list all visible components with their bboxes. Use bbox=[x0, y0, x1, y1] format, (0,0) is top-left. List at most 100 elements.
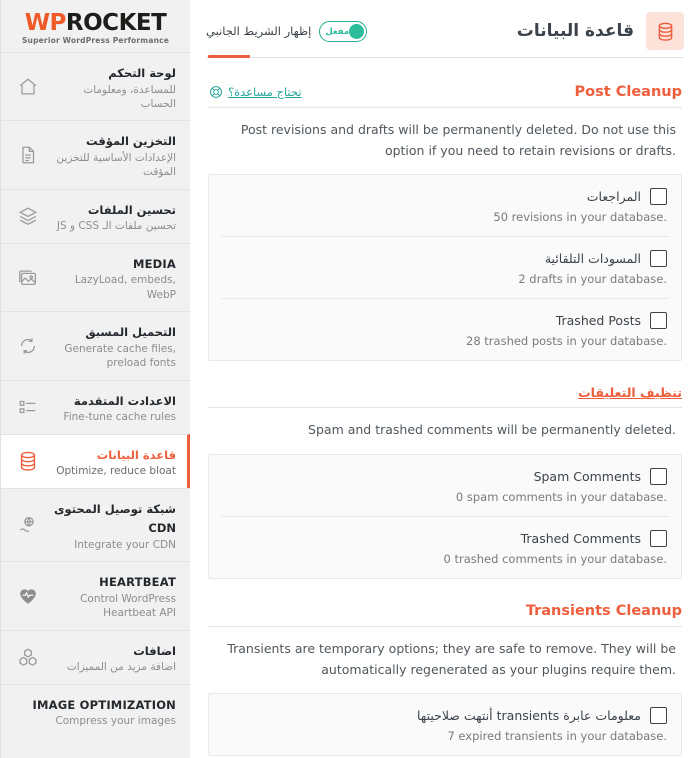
logo-wp-text: WP bbox=[24, 9, 67, 36]
option-subtext: 7 expired transients in your database. bbox=[447, 729, 667, 744]
section-divider bbox=[208, 407, 682, 409]
sidebar-item-dashboard[interactable]: لوحة التحكم للمساعدة، ومعلومات الحساب bbox=[1, 52, 190, 121]
sidebar-item-desc: Compress your images bbox=[55, 715, 176, 728]
option-label-row: Spam Comments bbox=[223, 467, 667, 485]
sidebar-item-desc: LazyLoad, embeds, WebP bbox=[74, 274, 176, 301]
section-description: Transients are temporary options; they a… bbox=[227, 640, 676, 677]
cdn-icon bbox=[11, 508, 45, 542]
addons-icon bbox=[11, 640, 45, 674]
option-row[interactable]: Trashed Comments 0 trashed comments in y… bbox=[221, 515, 669, 578]
sidebar-item-heartbeat[interactable]: HEARTBEAT Control WordPress Heartbeat AP… bbox=[1, 561, 190, 630]
sidebar-item-cdn[interactable]: شبكة توصيل المحتوى CDN Integrate your CD… bbox=[1, 487, 190, 562]
section-post-cleanup: Post Cleanup تحتاج مساعدة؟ Post revision… bbox=[208, 84, 682, 362]
option-label-row: معلومات عابرة transients أنتهت صلاحيتها bbox=[223, 707, 667, 725]
option-label-row: المراجعات bbox=[223, 188, 667, 206]
toggle-state-label: مفعل bbox=[325, 26, 350, 37]
media-icon bbox=[11, 261, 45, 295]
sidebar-item-desc: Generate cache files, preload fonts bbox=[64, 342, 176, 370]
section-divider bbox=[208, 625, 682, 627]
lifebuoy-icon bbox=[208, 85, 223, 100]
options-card: المراجعات 50 revisions in your database.… bbox=[208, 174, 682, 362]
option-subtext: 0 spam comments in your database. bbox=[455, 489, 667, 504]
section-transients-cleanup: Transients Cleanup Transients are tempor… bbox=[208, 603, 682, 757]
sidebar-visibility-control[interactable]: مفعل إظهار الشريط الجانبي bbox=[206, 20, 368, 42]
sidebar-item-cache[interactable]: التخزين المؤقت الإعدادات الأساسية للتخزي… bbox=[1, 120, 190, 189]
option-label: معلومات عابرة transients أنتهت صلاحيتها bbox=[417, 708, 641, 724]
option-row[interactable]: Trashed Posts 28 trashed posts in your d… bbox=[221, 298, 669, 360]
option-label: المسودات التلقائية bbox=[544, 251, 641, 267]
checkbox-auto-drafts[interactable] bbox=[650, 250, 667, 268]
sidebar-item-desc: Optimize, reduce bloat bbox=[56, 465, 176, 478]
home-icon bbox=[11, 70, 45, 104]
option-label-row: Trashed Comments bbox=[223, 529, 667, 547]
checkbox-revisions[interactable] bbox=[650, 188, 667, 206]
checkbox-expired-transients[interactable] bbox=[650, 707, 667, 725]
sidebar-item-desc: Integrate your CDN bbox=[74, 538, 176, 551]
sidebar-item-addons[interactable]: اضافات اضافة مزيد من المميزات bbox=[1, 629, 190, 684]
section-divider bbox=[208, 107, 682, 108]
sidebar-item-desc: Fine-tune cache rules bbox=[63, 411, 176, 424]
sidebar-item-desc: للمساعدة، ومعلومات الحساب bbox=[83, 83, 176, 110]
active-tab-indicator bbox=[208, 55, 250, 58]
option-label: Trashed Comments bbox=[520, 530, 641, 546]
checkbox-trashed-comments[interactable] bbox=[650, 529, 667, 547]
header-divider bbox=[206, 57, 684, 58]
need-help-link[interactable]: تحتاج مساعدة؟ bbox=[208, 85, 302, 100]
option-label: Spam Comments bbox=[533, 468, 641, 484]
sidebar-item-media[interactable]: MEDIA LazyLoad, embeds, WebP bbox=[1, 242, 190, 312]
option-row[interactable]: معلومات عابرة transients أنتهت صلاحيتها … bbox=[221, 694, 669, 755]
need-help-label: تحتاج مساعدة؟ bbox=[228, 85, 302, 99]
sidebar-item-title: تحسين الملفات bbox=[87, 202, 176, 217]
sidebar-item-file-optimization[interactable]: تحسين الملفات تحسين ملفات الـ CSS و JS bbox=[1, 188, 190, 243]
settings-sections: Post Cleanup تحتاج مساعدة؟ Post revision… bbox=[190, 84, 700, 757]
section-description: Spam and trashed comments will be perman… bbox=[308, 422, 676, 438]
option-subtext: 2 drafts in your database. bbox=[518, 272, 667, 287]
sidebar-item-desc: اضافة مزيد من المميزات bbox=[66, 661, 176, 674]
options-card: معلومات عابرة transients أنتهت صلاحيتها … bbox=[208, 693, 682, 757]
section-header: Transients Cleanup bbox=[208, 603, 682, 626]
sidebar-item-title: اضافات bbox=[133, 643, 176, 658]
heartbeat-icon bbox=[11, 579, 45, 613]
section-title: Transients Cleanup bbox=[525, 602, 682, 619]
sidebar-item-database[interactable]: قاعدة البيانات Optimize, reduce bloat bbox=[1, 433, 190, 488]
database-icon bbox=[11, 444, 45, 478]
logo-tagline: Superior WordPress Performance bbox=[21, 35, 170, 45]
sidebar-item-desc: Control WordPress Heartbeat API bbox=[80, 592, 176, 620]
section-comments-cleanup: تنظيف التعليقات Spam and trashed comment… bbox=[208, 385, 682, 579]
wp-rocket-database-page: قاعدة البيانات مفعل إظهار الشريط الجانبي… bbox=[0, 0, 700, 758]
refresh-icon bbox=[11, 329, 45, 363]
wp-rocket-logo: WPROCKET Superior WordPress Performance bbox=[1, 0, 190, 52]
option-label: Trashed Posts bbox=[555, 313, 641, 329]
option-row[interactable]: المسودات التلقائية 2 drafts in your data… bbox=[221, 236, 669, 298]
toggle-knob bbox=[349, 23, 365, 39]
sidebar-item-title: شبكة توصيل المحتوى CDN bbox=[54, 501, 176, 536]
list-icon bbox=[11, 390, 45, 424]
option-label-row: Trashed Posts bbox=[223, 312, 667, 330]
sidebar-item-title: التحميل المسبق bbox=[85, 325, 176, 340]
sidebar-item-preload[interactable]: التحميل المسبق Generate cache files, pre… bbox=[1, 311, 190, 380]
option-label-row: المسودات التلقائية bbox=[223, 250, 667, 268]
sidebar-item-advanced-rules[interactable]: الاعدادت المتقدمة Fine-tune cache rules bbox=[1, 379, 190, 434]
option-subtext: 28 trashed posts in your database. bbox=[466, 334, 667, 349]
section-title: Post Cleanup bbox=[574, 84, 682, 100]
checkbox-trashed-posts[interactable] bbox=[650, 312, 667, 330]
sidebar-item-title: MEDIA bbox=[132, 256, 176, 271]
sidebar-item-desc: تحسين ملفات الـ CSS و JS bbox=[56, 220, 176, 233]
sidebar-item-title: لوحة التحكم bbox=[108, 66, 176, 80]
sidebar-item-image-optimization[interactable]: IMAGE OPTIMIZATION Compress your images bbox=[1, 683, 190, 738]
sidebar-item-title: HEARTBEAT bbox=[99, 575, 176, 590]
database-icon bbox=[646, 12, 684, 50]
logo-rocket-text: ROCKET bbox=[65, 9, 167, 36]
page-title: قاعدة البيانات bbox=[516, 21, 634, 41]
sidebar-toggle-switch[interactable]: مفعل bbox=[319, 20, 368, 42]
option-label: المراجعات bbox=[586, 189, 641, 205]
sidebar-nav: لوحة التحكم للمساعدة، ومعلومات الحساب ال… bbox=[1, 52, 190, 738]
option-row[interactable]: المراجعات 50 revisions in your database. bbox=[221, 175, 669, 236]
checkbox-spam-comments[interactable] bbox=[650, 467, 667, 485]
option-row[interactable]: Spam Comments 0 spam comments in your da… bbox=[221, 455, 669, 516]
option-subtext: 50 revisions in your database. bbox=[493, 210, 667, 225]
section-header: تنظيف التعليقات bbox=[208, 385, 682, 407]
options-card: Spam Comments 0 spam comments in your da… bbox=[208, 453, 682, 579]
logo-wordmark: WPROCKET bbox=[22, 9, 169, 36]
sidebar-item-desc: الإعدادات الأساسية للتخزين المؤقت bbox=[56, 152, 176, 179]
